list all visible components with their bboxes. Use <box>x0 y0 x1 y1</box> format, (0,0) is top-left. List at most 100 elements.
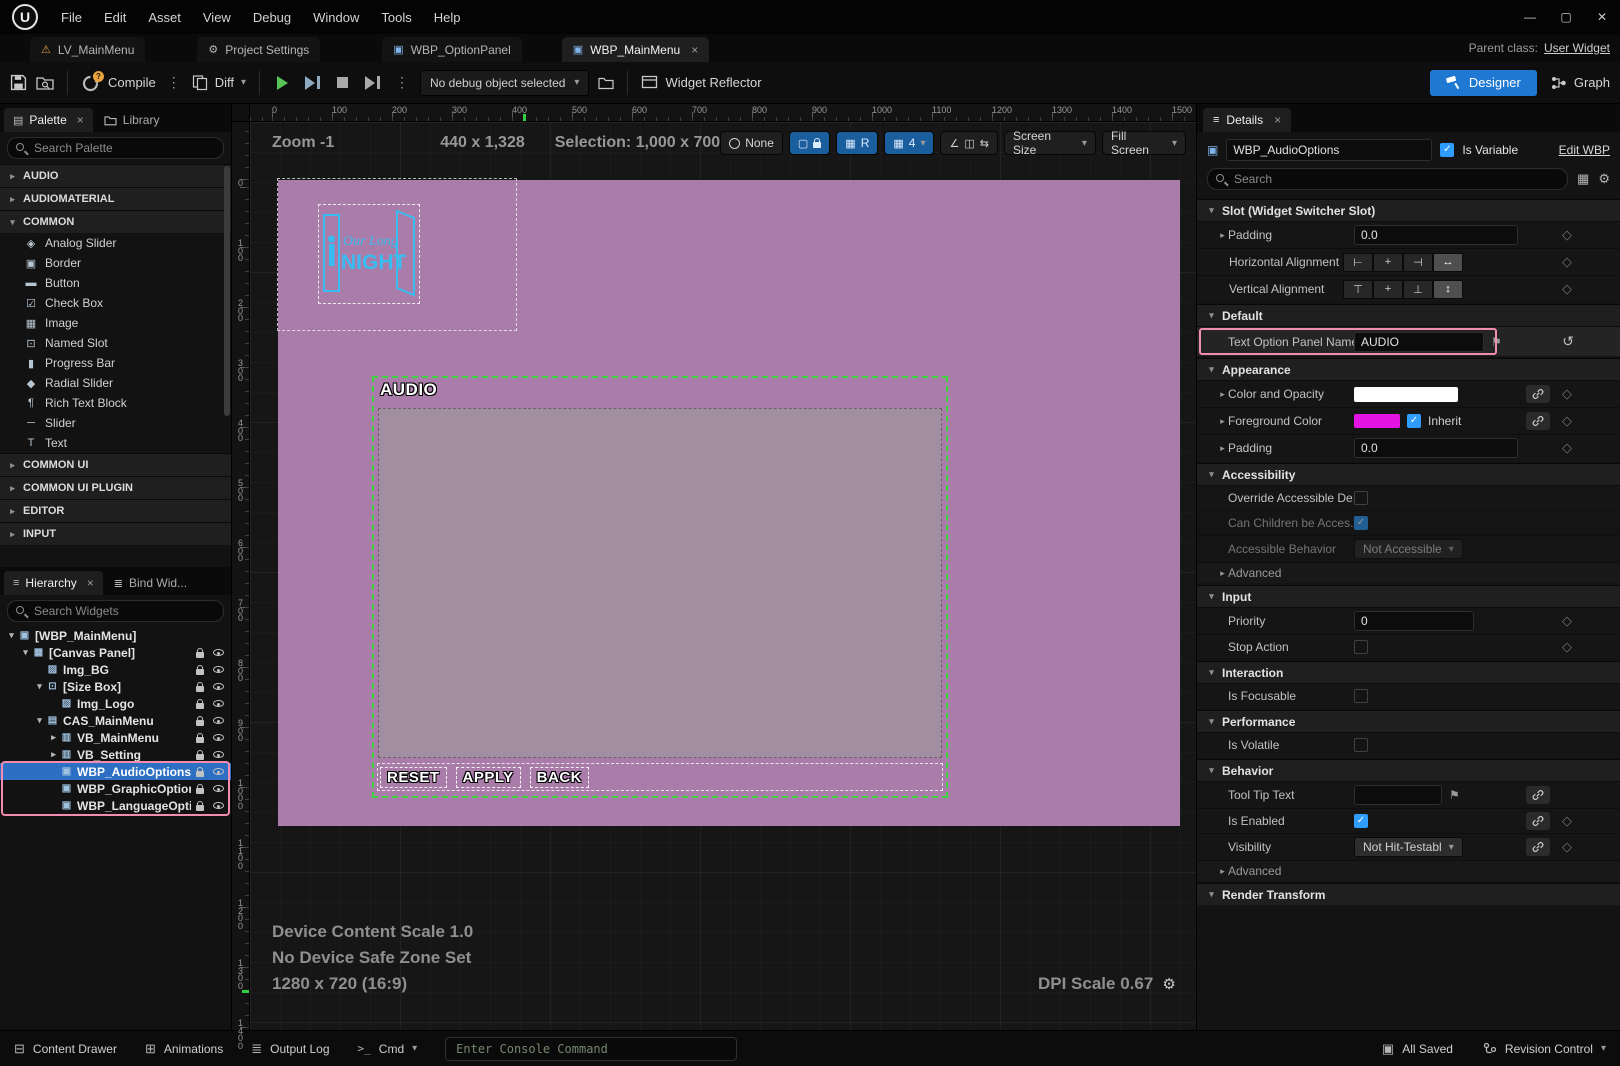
eye-icon[interactable] <box>213 785 224 792</box>
revision-control-button[interactable]: Revision Control ▾ <box>1483 1042 1606 1056</box>
palette-category-input[interactable]: ▸ INPUT <box>0 522 231 545</box>
save-button[interactable] <box>10 74 27 91</box>
valign-center-button[interactable]: + <box>1373 279 1403 299</box>
hierarchy-row-wbp-graphicoptions[interactable]: ▣ WBP_GraphicOptions <box>0 780 231 797</box>
hierarchy-row-wbp-mainmenu[interactable]: ▾ ▣ [WBP_MainMenu] <box>0 627 231 644</box>
bind-chain-button[interactable] <box>1526 838 1550 856</box>
viewport-extra-tools[interactable]: ∠ ◫ ⇆ <box>940 131 998 155</box>
designer-viewport[interactable]: Zoom -1 440 x 1,328 Selection: 1,000 x 7… <box>250 122 1196 1030</box>
eye-icon[interactable] <box>213 683 224 690</box>
section-default[interactable]: ▾ Default <box>1197 304 1620 326</box>
back-button[interactable]: BACK <box>529 766 589 788</box>
grid-snap-button[interactable]: ▦ 4 ▾ <box>884 131 935 155</box>
screen-size-button[interactable]: Screen Size ▾ <box>1003 129 1096 157</box>
display-filter-icon[interactable]: ▦ <box>1577 171 1589 187</box>
section-slot[interactable]: ▾ Slot (Widget Switcher Slot) <box>1197 199 1620 221</box>
children-accessible-checkbox[interactable]: ✓ <box>1354 516 1368 530</box>
debug-object-select[interactable]: No debug object selected ▾ <box>419 69 590 96</box>
hierarchy-row-vb-setting[interactable]: ▸ ▥ VB_Setting <box>0 746 231 763</box>
selection-lock-button[interactable]: ▢ <box>788 131 831 155</box>
palette-item-check-box[interactable]: ☑ Check Box <box>0 293 231 313</box>
reset-to-default-icon[interactable]: ◇ <box>1562 613 1572 629</box>
output-log-button[interactable]: ≣ Output Log <box>251 1041 329 1057</box>
halign-right-button[interactable]: ⊣ <box>1403 252 1433 272</box>
wbp-audiooptions-widget[interactable]: AUDIO RESET APPLY BACK <box>372 376 948 798</box>
frame-skip-button[interactable] <box>301 75 324 90</box>
tab-library[interactable]: Library <box>95 108 169 132</box>
reset-to-default-icon[interactable]: ◇ <box>1562 813 1572 829</box>
content-drawer-button[interactable]: ⊟ Content Drawer <box>14 1041 117 1057</box>
row-accessibility-advanced[interactable]: ▸ Advanced <box>1197 562 1620 583</box>
reset-to-default-icon[interactable]: ◇ <box>1562 639 1572 655</box>
menu-asset[interactable]: Asset <box>137 10 192 25</box>
menu-debug[interactable]: Debug <box>242 10 302 25</box>
bind-chain-button[interactable] <box>1526 385 1550 403</box>
appearance-padding-input[interactable] <box>1354 438 1518 458</box>
tab-project-settings[interactable]: ⚙ Project Settings <box>197 37 321 62</box>
animations-button[interactable]: ⊞ Animations <box>145 1041 223 1057</box>
eye-icon[interactable] <box>213 751 224 758</box>
graph-button[interactable]: Graph <box>1551 75 1610 90</box>
respect-locks-button[interactable]: ▦ R <box>836 131 879 155</box>
reset-to-default-icon[interactable]: ◇ <box>1562 227 1572 243</box>
flag-icon[interactable]: ⚑ <box>1491 335 1502 349</box>
is-focusable-checkbox[interactable]: ✓ <box>1354 689 1368 703</box>
section-performance[interactable]: ▾ Performance <box>1197 710 1620 732</box>
expand-arrow-icon[interactable]: ▾ <box>34 715 45 726</box>
parent-class-link[interactable]: User Widget <box>1544 41 1610 55</box>
eye-icon[interactable] <box>213 700 224 707</box>
palette-item-border[interactable]: ▣ Border <box>0 253 231 273</box>
tab-close-icon[interactable]: × <box>87 576 94 590</box>
menu-file[interactable]: File <box>50 10 93 25</box>
expand-arrow-icon[interactable]: ▾ <box>20 647 31 658</box>
row-behavior-advanced[interactable]: ▸ Advanced <box>1197 860 1620 881</box>
palette-search-input[interactable] <box>7 137 224 159</box>
chevron-right-icon[interactable]: ▸ <box>1217 230 1228 241</box>
logo-image-widget[interactable]: Our Long NIGHT <box>318 204 420 304</box>
bind-chain-button[interactable] <box>1526 812 1550 830</box>
debug-browse-button[interactable] <box>598 76 615 90</box>
palette-category-editor[interactable]: ▸ EDITOR <box>0 499 231 522</box>
palette-item-text[interactable]: T Text <box>0 433 231 453</box>
tab-close-icon[interactable]: × <box>1274 113 1281 127</box>
compile-options-icon[interactable]: ⋮ <box>165 74 183 91</box>
slot-padding-input[interactable] <box>1354 225 1518 245</box>
bind-chain-button[interactable] <box>1526 786 1550 804</box>
palette-item-analog-slider[interactable]: ◈ Analog Slider <box>0 233 231 253</box>
tab-palette[interactable]: ▤ Palette × <box>4 108 93 132</box>
apply-button[interactable]: APPLY <box>455 766 521 788</box>
audio-panel-content[interactable] <box>378 408 942 758</box>
menu-edit[interactable]: Edit <box>93 10 137 25</box>
settings-gear-icon[interactable]: ⚙ <box>1598 171 1610 187</box>
valign-top-button[interactable]: ⊤ <box>1343 279 1373 299</box>
menu-tools[interactable]: Tools <box>370 10 422 25</box>
lock-icon[interactable] <box>196 783 204 794</box>
preview-none-button[interactable]: None <box>720 131 783 155</box>
tab-wbp-optionpanel[interactable]: ▣ WBP_OptionPanel <box>382 37 522 62</box>
eye-icon[interactable] <box>213 649 224 656</box>
all-saved-button[interactable]: ▣ All Saved <box>1382 1041 1453 1057</box>
eye-icon[interactable] <box>213 734 224 741</box>
override-accessible-checkbox[interactable]: ✓ <box>1354 491 1368 505</box>
foreground-color-swatch[interactable] <box>1354 414 1400 428</box>
hierarchy-row-cas-mainmenu[interactable]: ▾ ▤ CAS_MainMenu <box>0 712 231 729</box>
chevron-right-icon[interactable]: ▸ <box>1217 416 1228 427</box>
eye-icon[interactable] <box>213 802 224 809</box>
accessible-behavior-select[interactable]: Not Accessible ▾ <box>1354 539 1463 559</box>
diff-button[interactable]: Diff ▾ <box>192 74 246 91</box>
console-command-input[interactable] <box>445 1036 738 1061</box>
color-opacity-swatch[interactable] <box>1354 386 1458 402</box>
hierarchy-row-img-logo[interactable]: ▨ Img_Logo <box>0 695 231 712</box>
gear-icon[interactable]: ⚙ <box>1162 975 1175 993</box>
section-appearance[interactable]: ▾ Appearance <box>1197 358 1620 380</box>
palette-scrollbar[interactable] <box>224 166 230 416</box>
bind-chain-button[interactable] <box>1526 412 1550 430</box>
chevron-right-icon[interactable]: ▸ <box>1217 389 1228 400</box>
priority-input[interactable] <box>1354 611 1474 631</box>
menu-help[interactable]: Help <box>423 10 472 25</box>
inherit-checkbox[interactable]: ✓ <box>1407 414 1421 428</box>
revert-icon[interactable]: ↺ <box>1562 333 1574 350</box>
reset-to-default-icon[interactable]: ◇ <box>1562 254 1572 270</box>
hierarchy-row-vb-mainmenu[interactable]: ▸ ▥ VB_MainMenu <box>0 729 231 746</box>
reset-to-default-icon[interactable]: ◇ <box>1562 839 1572 855</box>
